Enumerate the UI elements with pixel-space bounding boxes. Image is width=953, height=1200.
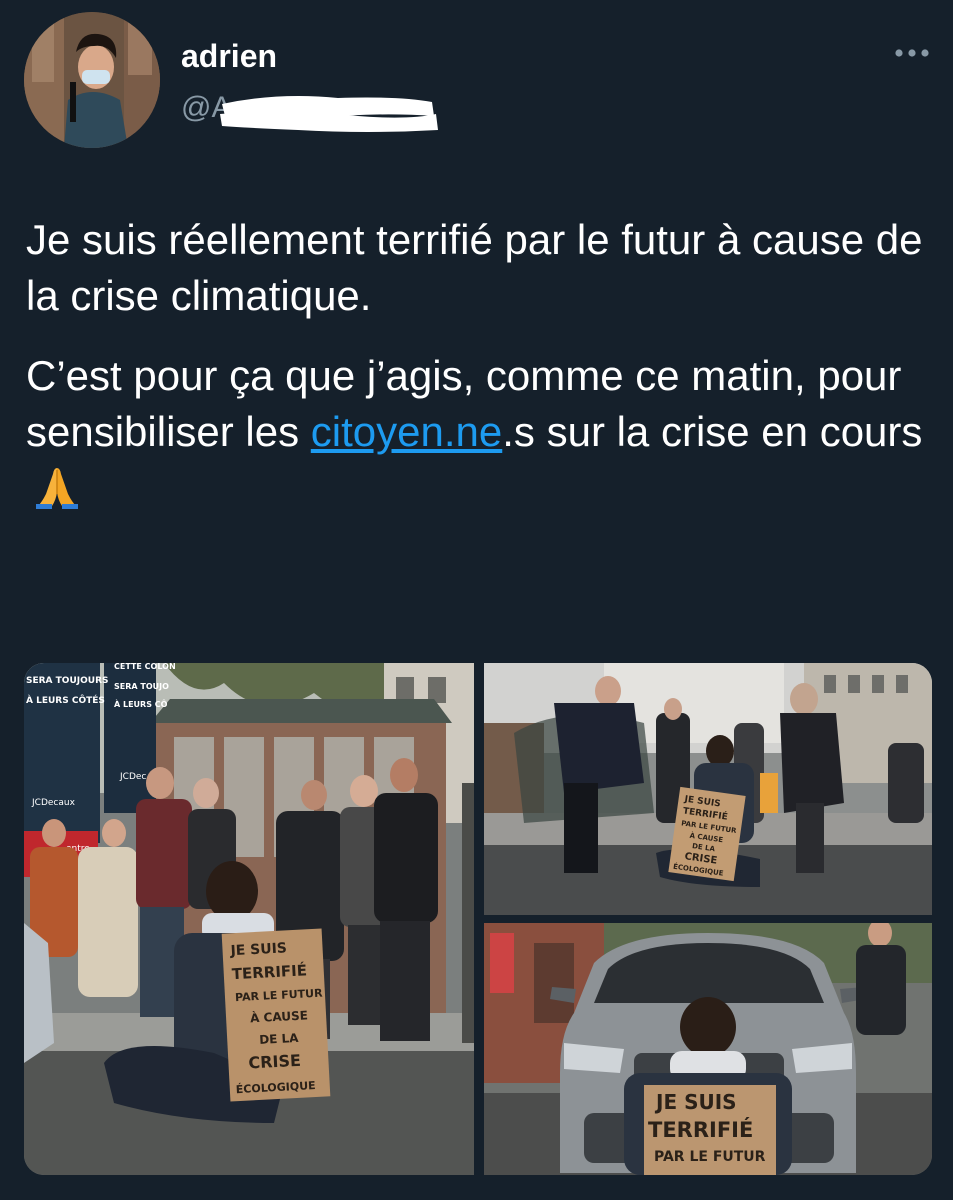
billboard-text-line: SERA TOUJO [114,682,169,691]
sign-text-line: À CAUSE [250,1007,308,1025]
sign-text-line: TERRIFIÉ [231,960,307,983]
sign-text-line: PAR LE FUTUR [654,1149,766,1165]
tweet-header: adrien @A [0,0,953,160]
hashtag-link[interactable]: citoyen.ne [311,408,502,455]
sign-text-line: JE SUIS [229,940,287,959]
billboard-brand: JCDec [119,772,146,782]
photo-car-protester[interactable]: JE SUIS TERRIFIÉ PAR LE FUTUR [484,923,932,1175]
ellipsis-icon [895,49,929,57]
media-grid: SERA TOUJOURS À LEURS CÔTÉS CETTE COLON … [24,663,932,1175]
sign-text-line: CRISE [248,1051,301,1073]
sign-text-line: JE SUIS [654,1090,737,1114]
photo-protest-street[interactable]: SERA TOUJOURS À LEURS CÔTÉS CETTE COLON … [24,663,474,1175]
billboard-text-line: À LEURS CÔTÉS [26,694,105,706]
tweet-text-segment: .s sur la crise en cours [502,408,923,455]
sign-text-line: TERRIFIÉ [648,1117,753,1142]
photo-3-image: JE SUIS TERRIFIÉ PAR LE FUTUR [484,923,932,1175]
photo-sitting-protester[interactable]: JE SUIS TERRIFIÉ PAR LE FUTUR À CAUSE DE… [484,663,932,915]
billboard-brand: JCDecaux [31,798,76,808]
tweet-paragraph-2: C’est pour ça que j’agis, comme ce matin… [26,348,936,516]
sign-text-line: DE LA [259,1031,300,1047]
tweet-paragraph-1: Je suis réellement terrifié par le futur… [26,216,923,319]
billboard-text-line: À LEURS CÔ [114,698,168,709]
tweet-text: Je suis réellement terrifié par le futur… [26,212,936,540]
photo-2-image: JE SUIS TERRIFIÉ PAR LE FUTUR À CAUSE DE… [484,663,932,915]
photo-1-image: SERA TOUJOURS À LEURS CÔTÉS CETTE COLON … [24,663,474,1175]
author-display-name[interactable]: adrien [181,36,277,76]
folded-hands-emoji-icon [36,468,78,509]
redaction-scribble [220,96,438,132]
avatar-photo [24,12,160,148]
more-options-button[interactable] [888,38,936,68]
billboard-text-line: CETTE COLON [114,663,176,671]
billboard-text-line: SERA TOUJOURS [26,676,108,686]
avatar[interactable] [24,12,160,148]
